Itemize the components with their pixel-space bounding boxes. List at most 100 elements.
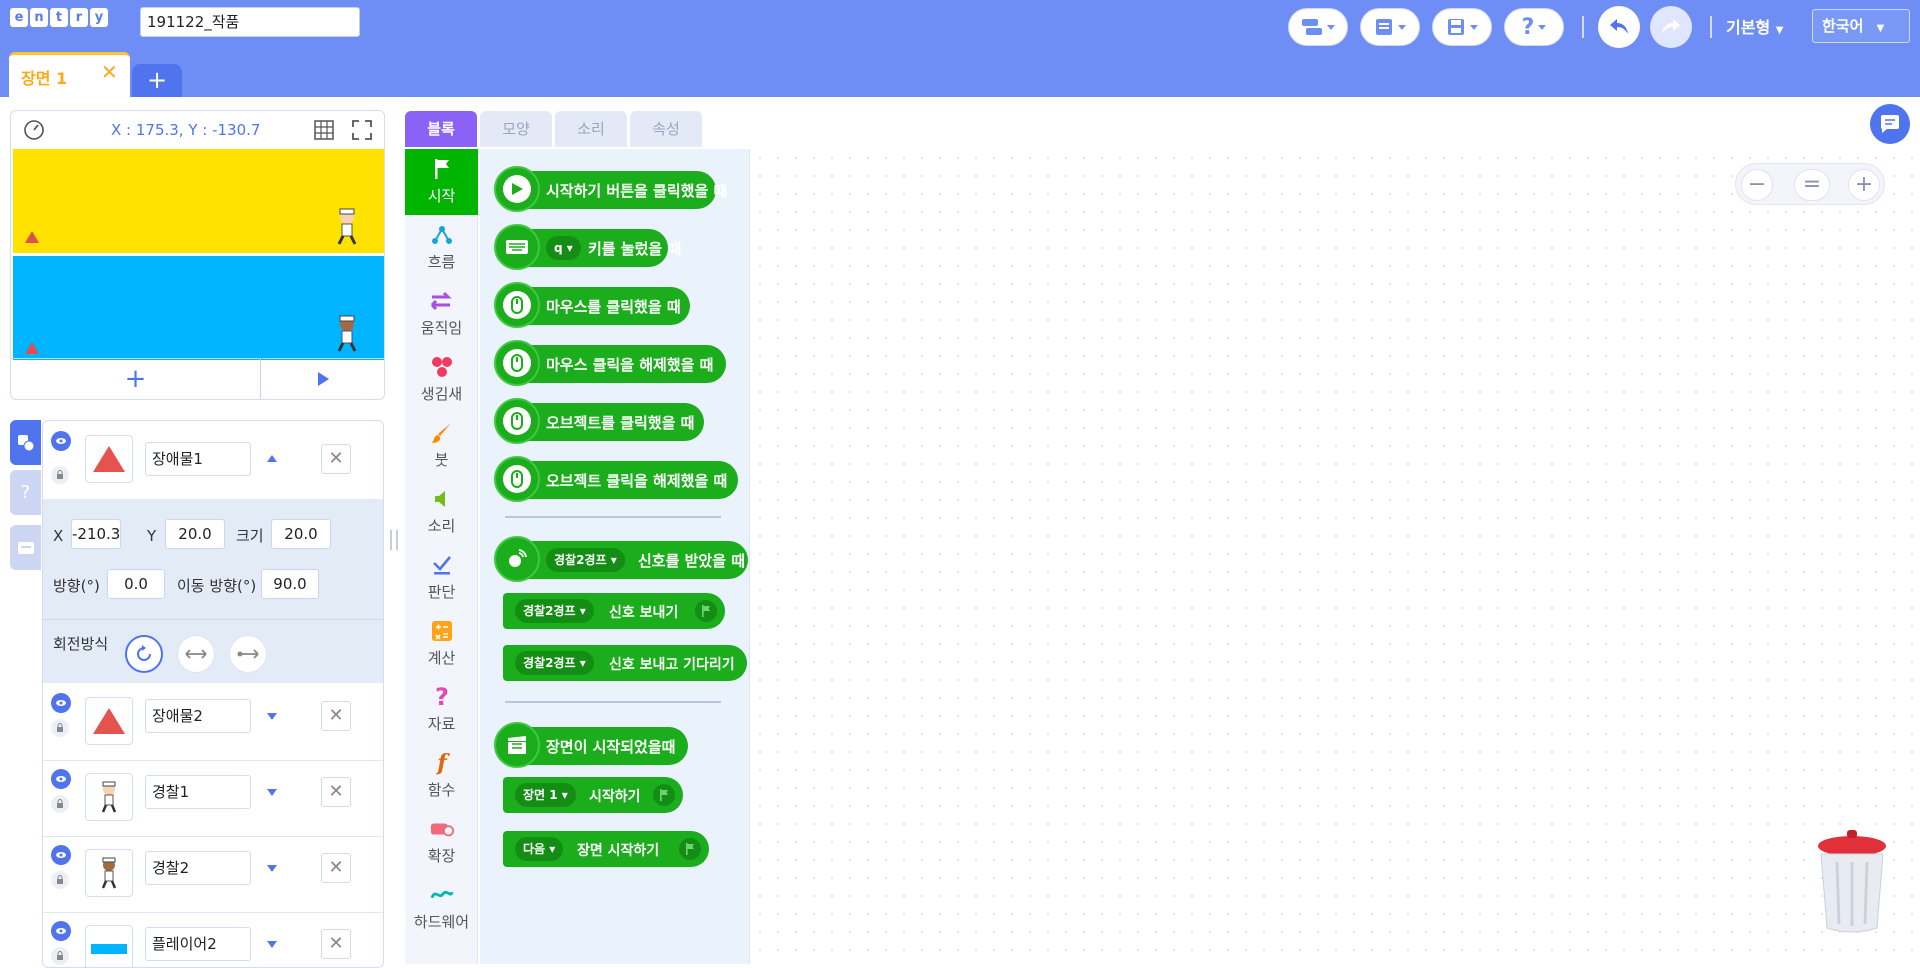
eye-icon[interactable] xyxy=(51,921,71,941)
size-input[interactable]: 20.0 xyxy=(271,519,331,549)
chevron-up-icon[interactable] xyxy=(267,455,277,462)
zoom-reset-button[interactable]: = xyxy=(1794,169,1830,201)
flip-horizontal-button[interactable] xyxy=(177,635,215,673)
zoom-out-button[interactable]: − xyxy=(1741,169,1773,201)
eye-icon[interactable] xyxy=(51,431,71,451)
category-start[interactable]: 시작 xyxy=(405,149,478,215)
add-object-button[interactable]: + xyxy=(11,358,261,399)
category-judgement[interactable]: 판단 xyxy=(405,545,478,609)
when-key-pressed-block[interactable]: q ▾ 키를 눌렀을 때 xyxy=(494,224,681,270)
grid-icon[interactable] xyxy=(313,119,335,141)
signal-dropdown[interactable]: 경찰2경프 ▾ xyxy=(546,548,625,572)
chevron-down-icon[interactable] xyxy=(267,865,277,872)
when-start-clicked-block[interactable]: 시작하기 버튼을 클릭했을 때 xyxy=(494,166,727,212)
mode-selector[interactable]: 기본형 ▼ xyxy=(1726,14,1783,38)
new-project-button[interactable] xyxy=(1360,8,1420,46)
object-row[interactable]: 장애물2 ✕ xyxy=(43,685,383,761)
speedometer-icon[interactable] xyxy=(23,119,45,141)
object-row[interactable]: 플레이어2 ✕ xyxy=(43,913,383,967)
tab-properties[interactable]: 속성 xyxy=(630,111,702,147)
no-rotation-button[interactable] xyxy=(229,635,267,673)
category-sound[interactable]: 소리 xyxy=(405,479,478,543)
tab-blocks[interactable]: 블록 xyxy=(405,111,477,147)
key-dropdown[interactable]: q ▾ xyxy=(546,236,581,260)
object-row[interactable]: 장애물1 ✕ xyxy=(43,421,383,497)
x-input[interactable]: -210.3 xyxy=(71,519,121,549)
delete-object-button[interactable]: ✕ xyxy=(321,929,351,959)
direction-input[interactable]: 0.0 xyxy=(107,569,165,599)
rotate-free-button[interactable] xyxy=(125,635,163,673)
category-looks[interactable]: 생김새 xyxy=(405,347,478,411)
when-signal-received-block[interactable]: 경찰2경프 ▾ 신호를 받았을 때 xyxy=(494,536,748,582)
when-object-released-block[interactable]: 오브젝트 클릭을 해제했을 때 xyxy=(494,456,738,502)
undo-button[interactable] xyxy=(1598,6,1640,48)
object-tab[interactable] xyxy=(10,420,41,465)
object-row[interactable]: 경찰1 ✕ xyxy=(43,761,383,837)
signal-dropdown[interactable]: 경찰2경프 ▾ xyxy=(515,599,594,623)
chevron-down-icon[interactable] xyxy=(267,941,277,948)
chevron-down-icon[interactable] xyxy=(267,789,277,796)
eye-icon[interactable] xyxy=(51,693,71,713)
next-dropdown[interactable]: 다음 ▾ xyxy=(515,837,564,861)
when-mouse-released-block[interactable]: 마우스 클릭을 해제했을 때 xyxy=(494,340,726,386)
send-signal-and-wait-block[interactable]: 경찰2경프 ▾ 신호 보내고 기다리기 xyxy=(503,645,747,681)
language-selector[interactable]: 한국어 ▼ xyxy=(1812,9,1910,43)
save-button[interactable] xyxy=(1432,8,1492,46)
run-button[interactable] xyxy=(262,358,384,399)
add-scene-button[interactable]: + xyxy=(132,64,182,97)
fullscreen-icon[interactable] xyxy=(351,119,373,141)
tab-shapes[interactable]: 모양 xyxy=(480,111,552,147)
resize-handle[interactable] xyxy=(390,530,398,550)
project-title-input[interactable]: 191122_작품 xyxy=(140,7,360,37)
chat-help-button[interactable] xyxy=(1870,104,1910,144)
lock-icon[interactable] xyxy=(51,466,69,484)
chevron-down-icon[interactable] xyxy=(267,713,277,720)
start-next-scene-block[interactable]: 다음 ▾ 장면 시작하기 xyxy=(503,831,709,867)
move-direction-input[interactable]: 90.0 xyxy=(261,569,319,599)
help-button[interactable]: ? xyxy=(1504,8,1564,46)
send-signal-block[interactable]: 경찰2경프 ▾ 신호 보내기 xyxy=(503,593,725,629)
y-input[interactable]: 20.0 xyxy=(165,519,225,549)
delete-object-button[interactable]: ✕ xyxy=(321,777,351,807)
scene-tab[interactable]: 장면 1 ✕ xyxy=(9,52,130,97)
category-hardware[interactable]: 하드웨어 xyxy=(405,875,478,939)
tab-sounds[interactable]: 소리 xyxy=(555,111,627,147)
object-name-input[interactable]: 장애물1 xyxy=(145,442,251,476)
delete-object-button[interactable]: ✕ xyxy=(321,444,351,474)
category-brush[interactable]: 붓 xyxy=(405,413,478,477)
start-scene-block[interactable]: 장면 1 ▾ 시작하기 xyxy=(503,777,683,813)
programming-type-button[interactable] xyxy=(1288,8,1348,46)
eye-icon[interactable] xyxy=(51,845,71,865)
redo-button[interactable] xyxy=(1650,6,1692,48)
lock-icon[interactable] xyxy=(51,719,69,737)
object-name-input[interactable]: 경찰2 xyxy=(145,851,251,885)
help-tab[interactable]: ? xyxy=(10,470,41,515)
close-icon[interactable]: ✕ xyxy=(101,60,118,84)
delete-object-button[interactable]: ✕ xyxy=(321,853,351,883)
when-scene-started-block[interactable]: 장면이 시작되었을때 xyxy=(494,722,688,768)
category-motion[interactable]: 움직임 xyxy=(405,281,478,345)
zoom-in-button[interactable]: + xyxy=(1848,169,1880,201)
object-name-input[interactable]: 경찰1 xyxy=(145,775,251,809)
entry-logo[interactable]: e n t r y xyxy=(10,8,108,27)
when-mouse-clicked-block[interactable]: 마우스를 클릭했을 때 xyxy=(494,282,690,328)
lock-icon[interactable] xyxy=(51,871,69,889)
lock-icon[interactable] xyxy=(51,947,69,965)
console-tab[interactable] xyxy=(10,525,41,570)
object-name-input[interactable]: 장애물2 xyxy=(145,699,251,733)
category-calc[interactable]: 계산 xyxy=(405,611,478,675)
category-data[interactable]: ? 자료 xyxy=(405,677,478,741)
object-row[interactable]: 경찰2 ✕ xyxy=(43,837,383,913)
category-extension[interactable]: 확장 xyxy=(405,809,478,873)
scene-dropdown[interactable]: 장면 1 ▾ xyxy=(515,783,576,807)
lock-icon[interactable] xyxy=(51,795,69,813)
eye-icon[interactable] xyxy=(51,769,71,789)
category-function[interactable]: f 함수 xyxy=(405,743,478,807)
trash-can[interactable] xyxy=(1815,826,1889,936)
script-canvas[interactable] xyxy=(751,149,1914,964)
object-name-input[interactable]: 플레이어2 xyxy=(145,927,251,961)
category-flow[interactable]: 흐름 xyxy=(405,215,478,279)
delete-object-button[interactable]: ✕ xyxy=(321,701,351,731)
signal-dropdown[interactable]: 경찰2경프 ▾ xyxy=(515,651,594,675)
when-object-clicked-block[interactable]: 오브젝트를 클릭했을 때 xyxy=(494,398,704,444)
